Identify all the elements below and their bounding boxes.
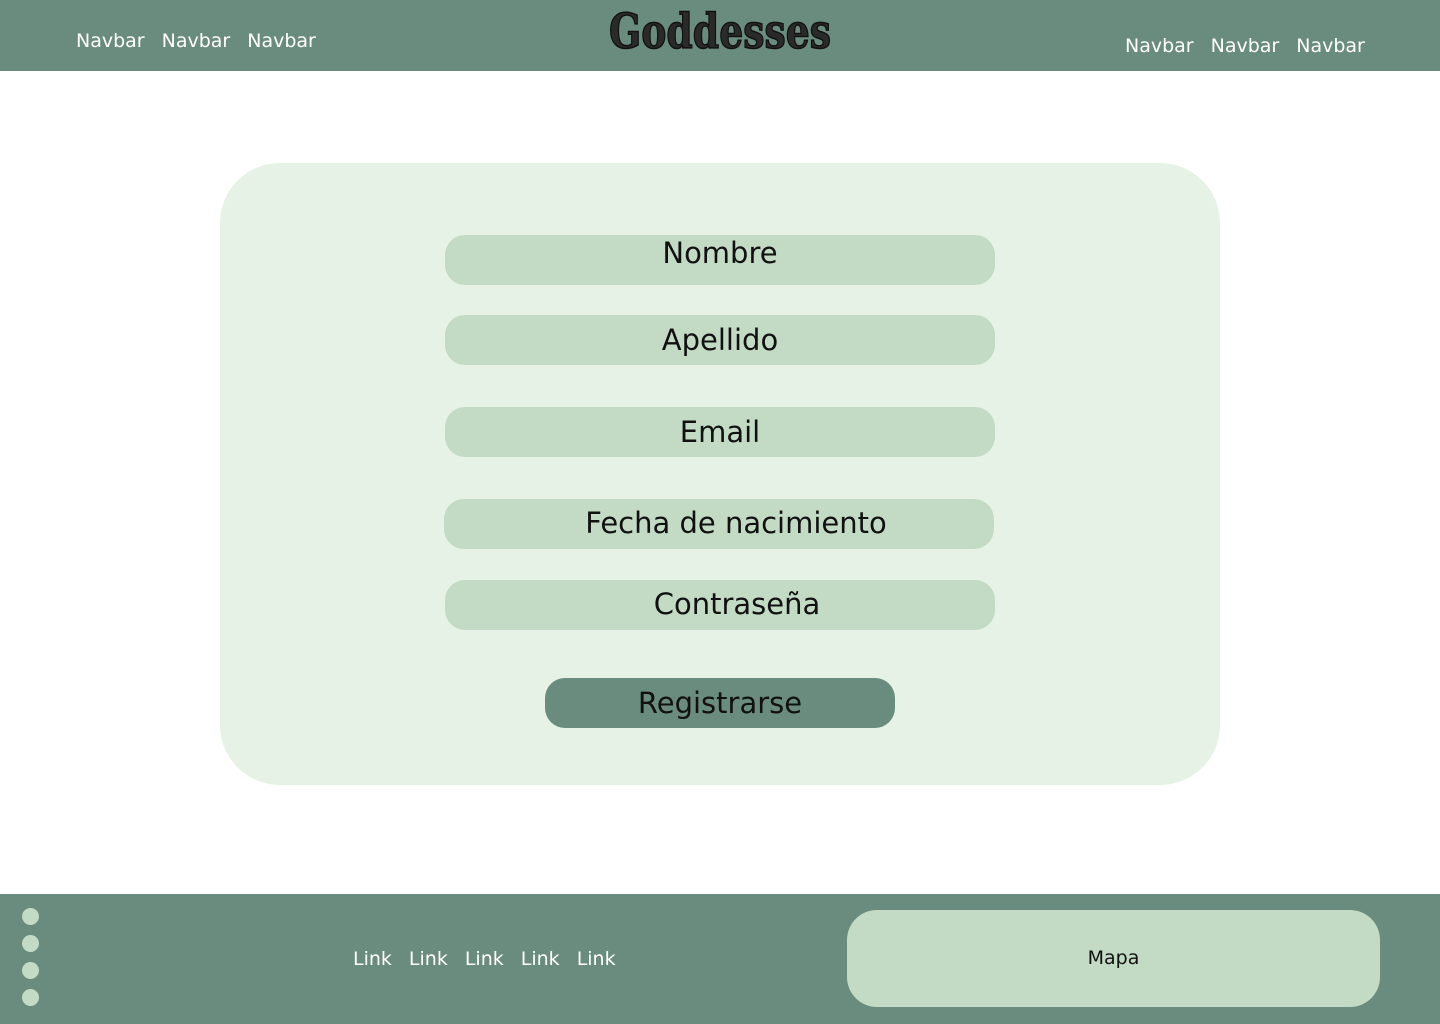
apellido-label: Apellido [661, 323, 779, 357]
footer: Link Link Link Link Link Mapa [0, 894, 1440, 1024]
nav-link-right-3[interactable]: Navbar [1296, 34, 1365, 58]
email-label: Email [679, 415, 761, 449]
dot-icon[interactable] [22, 962, 39, 979]
birthdate-field[interactable]: Fecha de nacimiento [444, 499, 994, 549]
nombre-label: Nombre [662, 236, 778, 270]
logo[interactable]: Goddesses [600, 0, 840, 60]
nav-link-right-1[interactable]: Navbar [1125, 34, 1194, 58]
nav-link-left-3[interactable]: Navbar [247, 29, 316, 53]
email-field[interactable]: Email [445, 407, 995, 457]
password-field[interactable]: Contraseña [445, 580, 995, 630]
map-label: Mapa [1087, 947, 1140, 969]
footer-link-2[interactable]: Link [409, 947, 448, 971]
nav-link-right-2[interactable]: Navbar [1211, 34, 1280, 58]
dot-icon[interactable] [22, 908, 39, 925]
logo-text: Goddesses [609, 4, 831, 60]
dot-icon[interactable] [22, 989, 39, 1006]
social-dots [22, 908, 39, 1006]
footer-link-1[interactable]: Link [353, 947, 392, 971]
footer-link-5[interactable]: Link [577, 947, 616, 971]
header: Navbar Navbar Navbar Goddesses Navbar Na… [0, 0, 1440, 71]
nav-link-left-1[interactable]: Navbar [76, 29, 145, 53]
footer-link-3[interactable]: Link [465, 947, 504, 971]
page: Navbar Navbar Navbar Goddesses Navbar Na… [0, 0, 1440, 1024]
register-button[interactable]: Registrarse [545, 678, 895, 728]
nav-link-left-2[interactable]: Navbar [162, 29, 231, 53]
nombre-field[interactable]: Nombre [445, 235, 995, 285]
birthdate-label: Fecha de nacimiento [585, 506, 887, 540]
footer-links: Link Link Link Link Link [353, 947, 616, 971]
nav-left: Navbar Navbar Navbar [76, 29, 316, 53]
logo-wordmark: Goddesses [608, 3, 832, 60]
registration-card: Nombre Apellido Email Fecha de nacimient… [220, 163, 1220, 785]
map-placeholder[interactable]: Mapa [847, 910, 1380, 1007]
nav-right: Navbar Navbar Navbar [1125, 34, 1365, 58]
dot-icon[interactable] [22, 935, 39, 952]
footer-link-4[interactable]: Link [521, 947, 560, 971]
apellido-field[interactable]: Apellido [445, 315, 995, 365]
password-label: Contraseña [653, 587, 821, 621]
